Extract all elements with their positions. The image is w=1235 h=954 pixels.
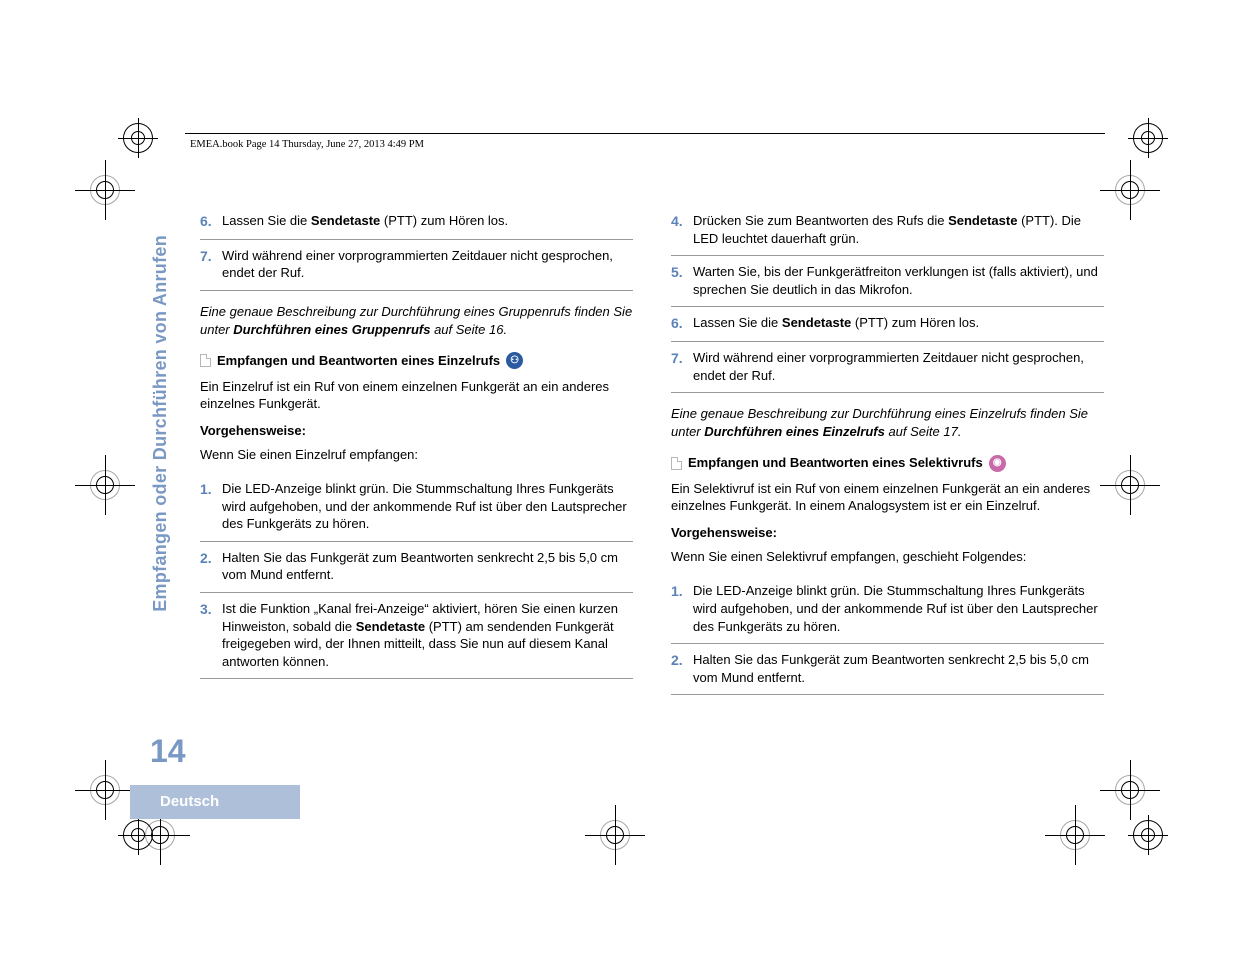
document-icon — [200, 354, 211, 367]
reg-mark-icon — [1128, 118, 1168, 158]
list-item: 6.Lassen Sie die Sendetaste (PTT) zum Hö… — [671, 307, 1104, 342]
intro-text: Ein Einzelruf ist ein Ruf von einem einz… — [200, 378, 633, 413]
note-text: Eine genaue Beschreibung zur Durchführun… — [200, 303, 633, 338]
header-rule — [185, 133, 1105, 134]
document-icon — [671, 457, 682, 470]
right-top-steps: 4.Drücken Sie zum Beantworten des Rufs d… — [671, 205, 1104, 393]
badge-blue-icon: ⚇ — [506, 352, 523, 369]
step-number: 7. — [671, 349, 693, 384]
list-item: 5.Warten Sie, bis der Funkgerätfreiton v… — [671, 256, 1104, 307]
step-number: 4. — [671, 212, 693, 247]
step-text: Lassen Sie die Sendetaste (PTT) zum Höre… — [222, 212, 633, 231]
right-steps: 1.Die LED-Anzeige blinkt grün. Die Stumm… — [671, 575, 1104, 695]
reg-mark-icon — [1128, 815, 1168, 855]
step-text: Lassen Sie die Sendetaste (PTT) zum Höre… — [693, 314, 1104, 333]
list-item: 7.Wird während einer vorprogrammierten Z… — [671, 342, 1104, 393]
list-item: 1.Die LED-Anzeige blinkt grün. Die Stumm… — [671, 575, 1104, 644]
left-column: 6.Lassen Sie die Sendetaste (PTT) zum Hö… — [200, 205, 633, 695]
right-column: 4.Drücken Sie zum Beantworten des Rufs d… — [671, 205, 1104, 695]
subheading-text: Empfangen und Beantworten eines Selektiv… — [688, 454, 983, 472]
list-item: 2.Halten Sie das Funkgerät zum Beantwort… — [200, 542, 633, 593]
step-number: 6. — [671, 314, 693, 333]
badge-pink-icon: ◉ — [989, 455, 1006, 472]
header-text: EMEA.book Page 14 Thursday, June 27, 201… — [190, 139, 424, 150]
page-frame: EMEA.book Page 14 Thursday, June 27, 201… — [130, 105, 1105, 835]
subheading-selektivruf: Empfangen und Beantworten eines Selektiv… — [671, 454, 1104, 472]
crosshair-icon — [75, 160, 135, 220]
step-text: Drücken Sie zum Beantworten des Rufs die… — [693, 212, 1104, 247]
crosshair-icon — [75, 760, 135, 820]
step-number: 3. — [200, 600, 222, 670]
list-item: 6.Lassen Sie die Sendetaste (PTT) zum Hö… — [200, 205, 633, 240]
procedure-intro: Wenn Sie einen Einzelruf empfangen: — [200, 446, 633, 464]
step-text: Wird während einer vorprogrammierten Zei… — [693, 349, 1104, 384]
step-number: 2. — [671, 651, 693, 686]
page-number: 14 — [150, 733, 186, 770]
crosshair-icon — [75, 455, 135, 515]
list-item: 1.Die LED-Anzeige blinkt grün. Die Stumm… — [200, 473, 633, 542]
list-item: 2.Halten Sie das Funkgerät zum Beantwort… — [671, 644, 1104, 695]
note-text: Eine genaue Beschreibung zur Durchführun… — [671, 405, 1104, 440]
subheading-einzelruf: Empfangen und Beantworten eines Einzelru… — [200, 352, 633, 370]
step-text: Die LED-Anzeige blinkt grün. Die Stummsc… — [222, 480, 633, 533]
step-number: 5. — [671, 263, 693, 298]
intro-text: Ein Selektivruf ist ein Ruf von einem ei… — [671, 480, 1104, 515]
crosshair-icon — [1100, 455, 1160, 515]
step-number: 1. — [200, 480, 222, 533]
section-title-vertical: Empfangen oder Durchführen von Anrufen — [150, 235, 171, 612]
step-text: Warten Sie, bis der Funkgerätfreiton ver… — [693, 263, 1104, 298]
step-text: Wird während einer vorprogrammierten Zei… — [222, 247, 633, 282]
step-text: Halten Sie das Funkgerät zum Beantworten… — [693, 651, 1104, 686]
crosshair-icon — [1100, 760, 1160, 820]
step-text: Halten Sie das Funkgerät zum Beantworten… — [222, 549, 633, 584]
step-number: 2. — [200, 549, 222, 584]
step-number: 1. — [671, 582, 693, 635]
left-steps: 1.Die LED-Anzeige blinkt grün. Die Stumm… — [200, 473, 633, 679]
list-item: 7.Wird während einer vorprogrammierten Z… — [200, 240, 633, 291]
list-item: 3.Ist die Funktion „Kanal frei-Anzeige“ … — [200, 593, 633, 679]
language-footer: Deutsch — [130, 785, 300, 819]
step-text: Ist die Funktion „Kanal frei-Anzeige“ ak… — [222, 600, 633, 670]
step-number: 6. — [200, 212, 222, 231]
step-text: Die LED-Anzeige blinkt grün. Die Stummsc… — [693, 582, 1104, 635]
crosshair-icon — [1100, 160, 1160, 220]
procedure-label: Vorgehensweise: — [671, 525, 1104, 540]
step-number: 7. — [200, 247, 222, 282]
procedure-label: Vorgehensweise: — [200, 423, 633, 438]
left-top-steps: 6.Lassen Sie die Sendetaste (PTT) zum Hö… — [200, 205, 633, 291]
procedure-intro: Wenn Sie einen Selektivruf empfangen, ge… — [671, 548, 1104, 566]
subheading-text: Empfangen und Beantworten eines Einzelru… — [217, 352, 500, 370]
list-item: 4.Drücken Sie zum Beantworten des Rufs d… — [671, 205, 1104, 256]
content-columns: 6.Lassen Sie die Sendetaste (PTT) zum Hö… — [200, 205, 1105, 695]
